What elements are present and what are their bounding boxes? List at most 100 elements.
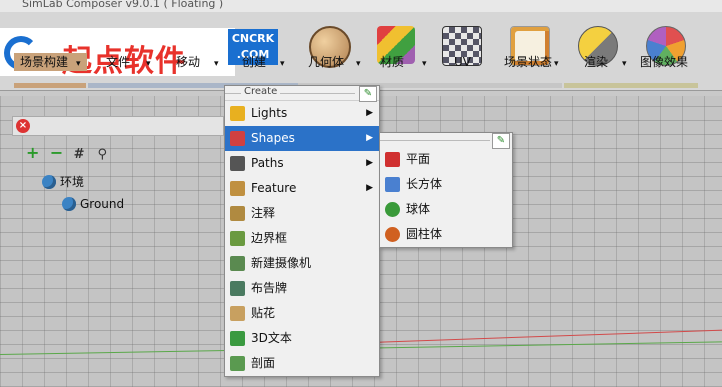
- menu-item-annotation[interactable]: 注释: [225, 201, 379, 226]
- bounding-box-icon: [230, 231, 245, 246]
- tab-label: 几何体: [308, 55, 345, 69]
- menu-item-bounding-box[interactable]: 边界框: [225, 226, 379, 251]
- environment-icon: [42, 175, 56, 189]
- tab-geometry[interactable]: 几何体 ▾: [302, 53, 367, 71]
- menu-item-billboard[interactable]: 布告牌: [225, 276, 379, 301]
- chevron-down-icon: ▾: [280, 59, 285, 69]
- menu-item-feature[interactable]: Feature ▶: [225, 176, 379, 201]
- chevron-down-icon: ▾: [146, 59, 151, 69]
- tree-item-ground[interactable]: Ground: [62, 197, 124, 211]
- tab-render[interactable]: 渲染 ▾: [578, 53, 633, 71]
- menu-item-paths[interactable]: Paths ▶: [225, 151, 379, 176]
- tab-uv[interactable]: UV: [448, 53, 477, 71]
- menu-item-label: 新建摄像机: [251, 256, 312, 270]
- text-3d-icon: [230, 331, 245, 346]
- camera-icon: [230, 256, 245, 271]
- tab-file[interactable]: 文件 ▾: [100, 53, 157, 71]
- menu-item-label: 圆柱体: [406, 227, 443, 241]
- create-menu: Create ✎ Lights ▶ Shapes ▶ Paths ▶ Feature ▶ 注释边…: [224, 85, 380, 377]
- ground-icon: [62, 197, 76, 211]
- header-divider: [380, 140, 490, 141]
- menu-item-text-3d[interactable]: 3D文本: [225, 326, 379, 351]
- chevron-down-icon: ▾: [356, 59, 361, 69]
- chevron-down-icon: ▾: [76, 59, 81, 69]
- shapes-submenu: ✎ 平面长方体球体圆柱体: [379, 132, 513, 248]
- tree-toolbar: + − # ⚲: [26, 145, 117, 163]
- menu-item-box[interactable]: 长方体: [380, 172, 512, 197]
- menu-item-label: Feature: [251, 181, 297, 195]
- shapes-icon: [230, 131, 245, 146]
- tab-label: 创建: [242, 55, 267, 69]
- menu-item-label: 布告牌: [251, 281, 288, 295]
- tab-scene-state[interactable]: 场景状态 ▾: [498, 53, 565, 71]
- pin-icon[interactable]: ✎: [359, 86, 377, 102]
- plane-icon: [385, 152, 400, 167]
- tab-label: 移动: [176, 55, 201, 69]
- chevron-down-icon: ▾: [554, 59, 559, 69]
- submenu-arrow-icon: ▶: [366, 158, 373, 168]
- cylinder-icon: [385, 227, 400, 242]
- menu-item-lights[interactable]: Lights ▶: [225, 101, 379, 126]
- decal-icon: [230, 306, 245, 321]
- menu-item-label: 球体: [406, 202, 431, 216]
- tree-item-label: 环境: [60, 175, 85, 189]
- menu-item-label: 长方体: [406, 177, 443, 191]
- shapes-menu-items: 平面长方体球体圆柱体: [380, 147, 512, 247]
- zoom-icon[interactable]: ⚲: [97, 147, 113, 163]
- ribbon-toolbar: 起点软件 CNCRK .COM: [0, 12, 722, 91]
- tab-scene-build[interactable]: 场景构建 ▾: [14, 53, 87, 71]
- tab-move[interactable]: 移动 ▾: [170, 53, 225, 71]
- group-bar-scene: [14, 83, 86, 88]
- shapes-menu-header: ✎: [380, 133, 512, 149]
- tab-label: 渲染: [584, 55, 609, 69]
- feature-icon: [230, 181, 245, 196]
- menu-item-cylinder[interactable]: 圆柱体: [380, 222, 512, 247]
- title-bar: SimLab Composer v9.0.1 ( Floating ): [0, 0, 722, 12]
- paths-icon: [230, 156, 245, 171]
- window-title: SimLab Composer v9.0.1 ( Floating ): [22, 0, 224, 10]
- menu-item-label: Shapes: [251, 131, 295, 145]
- menu-item-label: 剖面: [251, 356, 276, 370]
- menu-item-section[interactable]: 剖面: [225, 351, 379, 376]
- menu-item-label: Paths: [251, 156, 284, 170]
- tree-item-label: Ground: [80, 197, 125, 211]
- chevron-down-icon: ▾: [422, 59, 427, 69]
- create-menu-items: Lights ▶ Shapes ▶ Paths ▶ Feature ▶ 注释 边界框 新建摄像机 布告…: [225, 101, 379, 376]
- clear-search-icon[interactable]: ×: [16, 119, 30, 133]
- menu-item-camera[interactable]: 新建摄像机: [225, 251, 379, 276]
- tab-label: 图像效果: [640, 55, 689, 69]
- menu-item-sphere[interactable]: 球体: [380, 197, 512, 222]
- chevron-down-icon: ▾: [214, 59, 219, 69]
- billboard-icon: [230, 281, 245, 296]
- tree-item-environment[interactable]: 环境: [42, 173, 84, 190]
- section-icon: [230, 356, 245, 371]
- red-axis: [369, 329, 722, 343]
- menu-header-label: Create: [241, 86, 281, 97]
- add-icon[interactable]: +: [26, 145, 42, 161]
- logo-badge-line1: CNCRK: [231, 32, 275, 45]
- create-menu-header: Create ✎: [225, 86, 379, 102]
- submenu-arrow-icon: ▶: [366, 108, 373, 118]
- tab-label: 场景状态: [504, 55, 553, 69]
- menu-item-label: 平面: [406, 152, 431, 166]
- remove-icon[interactable]: −: [50, 145, 66, 161]
- tab-label: 材质: [380, 55, 405, 69]
- chevron-down-icon: ▾: [622, 59, 627, 69]
- submenu-arrow-icon: ▶: [366, 183, 373, 193]
- menu-item-shapes[interactable]: Shapes ▶: [225, 126, 379, 151]
- lights-icon: [230, 106, 245, 121]
- group-bar-render: [564, 83, 698, 88]
- menu-item-decal[interactable]: 贴花: [225, 301, 379, 326]
- tab-image-effects[interactable]: 图像效果: [634, 53, 694, 71]
- menu-item-label: 边界框: [251, 231, 288, 245]
- menu-item-label: 注释: [251, 206, 276, 220]
- filter-icon[interactable]: #: [74, 147, 90, 163]
- tab-label: 文件: [106, 55, 131, 69]
- scene-search-input[interactable]: ×: [12, 116, 224, 136]
- menu-item-label: 贴花: [251, 306, 276, 320]
- annotation-icon: [230, 206, 245, 221]
- menu-item-label: Lights: [251, 106, 288, 120]
- tab-materials[interactable]: 材质 ▾: [374, 53, 433, 71]
- menu-item-plane[interactable]: 平面: [380, 147, 512, 172]
- tab-create[interactable]: 创建 ▾: [236, 53, 291, 71]
